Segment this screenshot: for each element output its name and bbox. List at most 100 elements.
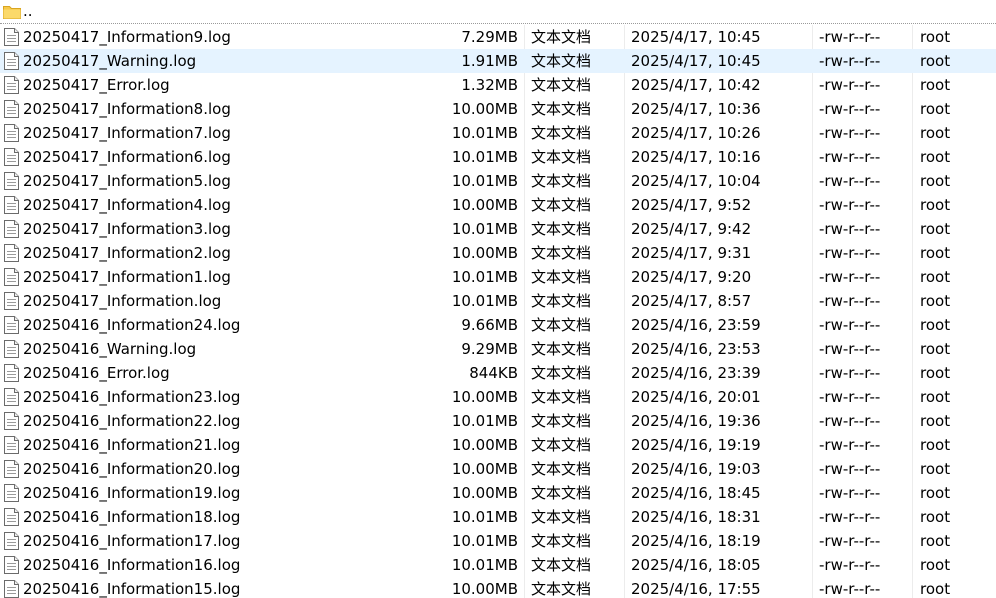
file-type: 文本文档 [531,436,592,454]
file-owner: root [920,364,951,382]
file-modified: 2025/4/16, 18:05 [631,556,761,574]
file-icon [4,148,19,166]
file-row[interactable]: 20250416_Error.log 844KB 文本文档 2025/4/16, 23… [0,361,996,385]
file-row[interactable]: 20250416_Information19.log 10.00MB 文本文档 202… [0,481,996,505]
file-row[interactable]: 20250416_Information15.log 10.00MB 文本文档 202… [0,577,996,598]
file-owner: root [920,412,951,430]
file-row[interactable]: 20250416_Information21.log 10.00MB 文本文档 202… [0,433,996,457]
file-name: 20250416_Information22.log [23,412,241,430]
file-modified: 2025/4/17, 10:45 [631,52,761,70]
file-owner: root [920,460,951,478]
file-size: 9.66MB [461,316,518,334]
file-size: 10.01MB [451,532,518,550]
file-row[interactable]: 20250416_Information24.log 9.66MB 文本文档 2025… [0,313,996,337]
file-row[interactable]: 20250417_Information3.log 10.01MB 文本文档 2025… [0,217,996,241]
file-permissions: -rw-r--r-- [819,268,881,286]
file-permissions: -rw-r--r-- [819,220,881,238]
file-icon [4,388,19,406]
file-owner: root [920,28,951,46]
file-row[interactable]: 20250417_Information1.log 10.01MB 文本文档 2025… [0,265,996,289]
file-type: 文本文档 [531,76,592,94]
file-owner: root [920,220,951,238]
file-row[interactable]: 20250416_Information20.log 10.00MB 文本文档 202… [0,457,996,481]
file-modified: 2025/4/17, 9:31 [631,244,752,262]
file-row[interactable]: 20250417_Information8.log 10.00MB 文本文档 2025… [0,97,996,121]
file-size: 1.32MB [461,76,518,94]
file-row[interactable]: 20250417_Information.log 10.01MB 文本文档 2025/… [0,289,996,313]
file-size: 10.00MB [451,436,518,454]
file-row[interactable]: 20250416_Information18.log 10.01MB 文本文档 202… [0,505,996,529]
file-owner: root [920,316,951,334]
file-name: 20250417_Information4.log [23,196,231,214]
file-name: 20250417_Information2.log [23,244,231,262]
file-type: 文本文档 [531,484,592,502]
file-name: 20250416_Information23.log [23,388,241,406]
file-type: 文本文档 [531,100,592,118]
file-name: 20250417_Information6.log [23,148,231,166]
file-size: 10.01MB [451,220,518,238]
file-permissions: -rw-r--r-- [819,388,881,406]
file-type: 文本文档 [531,148,592,166]
file-name: 20250417_Information3.log [23,220,231,238]
file-list: .. 20250417_Information9.log 7.29MB 文本文档 20… [0,0,996,598]
file-icon [4,508,19,526]
file-owner: root [920,580,951,598]
file-owner: root [920,340,951,358]
file-owner: root [920,52,951,70]
file-permissions: -rw-r--r-- [819,196,881,214]
file-modified: 2025/4/16, 19:19 [631,436,761,454]
file-modified: 2025/4/17, 10:36 [631,100,761,118]
file-icon [4,532,19,550]
file-owner: root [920,556,951,574]
file-type: 文本文档 [531,508,592,526]
file-name: 20250417_Information7.log [23,124,231,142]
file-row[interactable]: 20250417_Information5.log 10.01MB 文本文档 2025… [0,169,996,193]
file-row[interactable]: 20250416_Information17.log 10.01MB 文本文档 202… [0,529,996,553]
file-row[interactable]: 20250416_Information23.log 10.00MB 文本文档 202… [0,385,996,409]
file-size: 10.01MB [451,556,518,574]
file-row[interactable]: 20250416_Information22.log 10.01MB 文本文档 202… [0,409,996,433]
file-type: 文本文档 [531,412,592,430]
file-permissions: -rw-r--r-- [819,28,881,46]
file-owner: root [920,76,951,94]
file-size: 10.00MB [451,580,518,598]
file-permissions: -rw-r--r-- [819,580,881,598]
file-icon [4,316,19,334]
file-modified: 2025/4/16, 19:36 [631,412,761,430]
file-permissions: -rw-r--r-- [819,292,881,310]
file-owner: root [920,508,951,526]
file-icon [4,220,19,238]
file-type: 文本文档 [531,388,592,406]
file-owner: root [920,244,951,262]
file-icon [4,76,19,94]
file-row[interactable]: 20250416_Information16.log 10.01MB 文本文档 202… [0,553,996,577]
file-size: 9.29MB [461,340,518,358]
file-name: 20250417_Error.log [23,76,170,94]
file-row[interactable]: 20250417_Information9.log 7.29MB 文本文档 2025/… [0,25,996,49]
file-owner: root [920,388,951,406]
file-permissions: -rw-r--r-- [819,484,881,502]
file-modified: 2025/4/17, 10:26 [631,124,761,142]
file-size: 10.01MB [451,172,518,190]
file-row[interactable]: 20250416_Warning.log 9.29MB 文本文档 2025/4/16,… [0,337,996,361]
file-size: 10.00MB [451,244,518,262]
file-name: 20250417_Information5.log [23,172,231,190]
file-type: 文本文档 [531,292,592,310]
file-name: 20250416_Error.log [23,364,170,382]
file-row[interactable]: 20250417_Information6.log 10.01MB 文本文档 2025… [0,145,996,169]
file-row[interactable]: 20250417_Information7.log 10.01MB 文本文档 2025… [0,121,996,145]
file-row[interactable]: 20250417_Warning.log 1.91MB 文本文档 2025/4/17,… [0,49,996,73]
file-type: 文本文档 [531,532,592,550]
parent-directory-row[interactable]: .. [0,0,996,24]
file-icon [4,244,19,262]
file-name: 20250416_Information24.log [23,316,241,334]
file-owner: root [920,148,951,166]
file-row[interactable]: 20250417_Information4.log 10.00MB 文本文档 2025… [0,193,996,217]
file-icon [4,52,19,70]
file-type: 文本文档 [531,172,592,190]
file-icon [4,100,19,118]
file-permissions: -rw-r--r-- [819,436,881,454]
file-row[interactable]: 20250417_Information2.log 10.00MB 文本文档 2025… [0,241,996,265]
file-icon [4,172,19,190]
file-row[interactable]: 20250417_Error.log 1.32MB 文本文档 2025/4/17, 1… [0,73,996,97]
